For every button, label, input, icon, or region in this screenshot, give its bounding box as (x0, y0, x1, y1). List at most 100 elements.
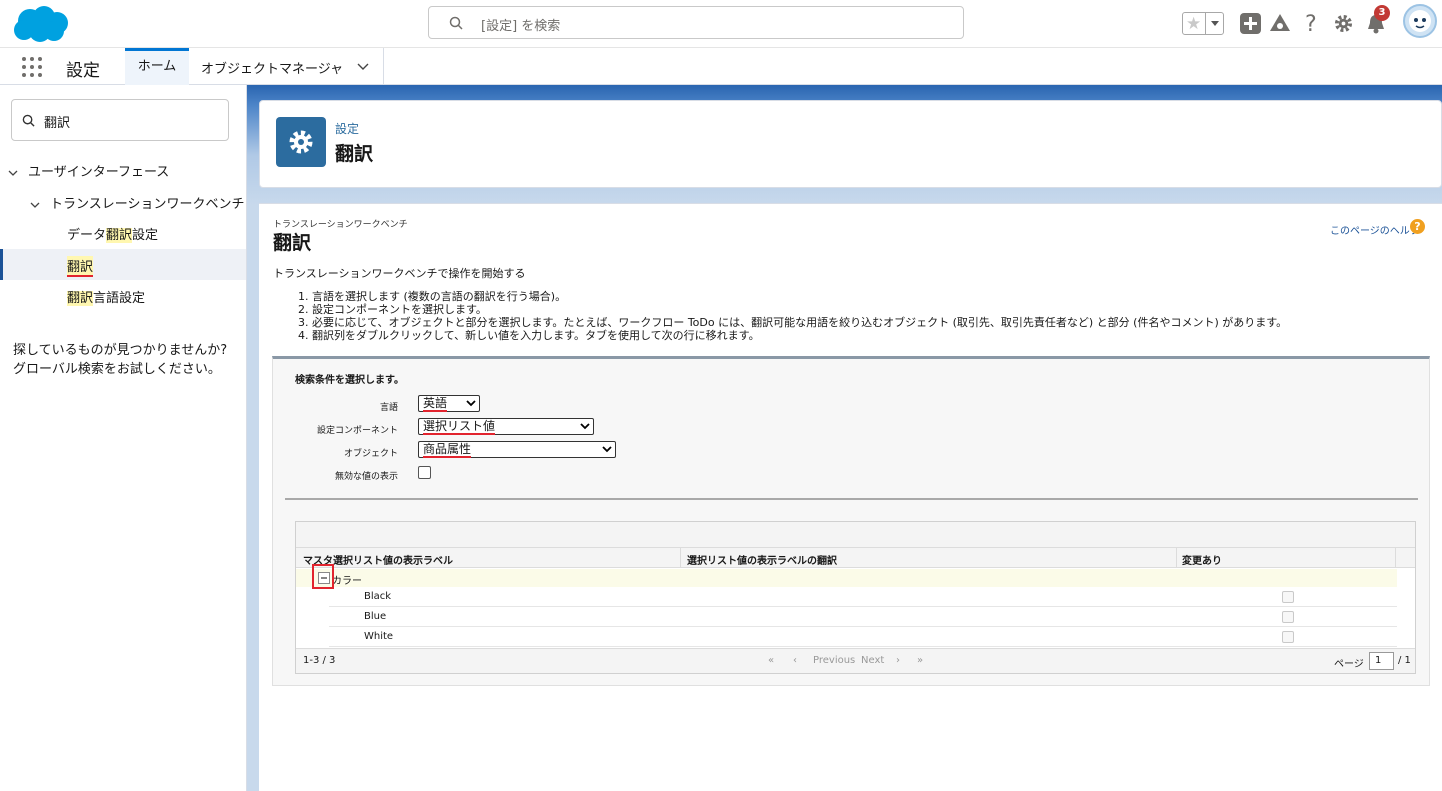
tree-node-translation-workbench[interactable]: トランスレーションワークベンチ (30, 193, 245, 212)
breadcrumb[interactable]: 設定 (335, 120, 359, 137)
not-found-line: グローバル検索をお試しください。 (13, 362, 221, 377)
group-row-color[interactable]: カラー (296, 569, 1397, 587)
filter-divider (285, 498, 1418, 500)
quick-find-input[interactable]: 翻訳 (11, 99, 229, 141)
page-label: ページ (1334, 659, 1364, 670)
favorites-button[interactable]: ★ (1182, 12, 1224, 35)
object-select[interactable]: 商品属性 (418, 441, 616, 458)
translation-grid: マスタ選択リスト値の表示ラベル 選択リスト値の表示ラベルの翻訳 変更あり カラー… (295, 521, 1416, 674)
salesforce-logo[interactable] (10, 4, 72, 44)
app-launcher-icon[interactable] (22, 57, 42, 77)
changed-checkbox (1282, 631, 1294, 643)
page-header-card: 設定 翻訳 (259, 100, 1442, 188)
grid-pagination: 1-3 / 3 « ‹ Previous Next › » ページ 1 / 1 (296, 648, 1415, 673)
page-number-input[interactable]: 1 (1369, 652, 1394, 670)
instruction-steps: 1. 言語を選択します (複数の言語の翻訳を行う場合)。 2. 設定コンポーネン… (298, 290, 1287, 342)
grid-toolbar (296, 522, 1415, 548)
component-select-value: 選択リスト値 (423, 419, 496, 435)
page-title: 翻訳 (335, 143, 374, 165)
page-total: / 1 (1398, 655, 1411, 666)
column-separator (680, 548, 681, 568)
tree-node-label: トランスレーションワークベンチ (50, 197, 245, 212)
trailhead-icon[interactable] (1269, 13, 1291, 33)
language-select[interactable]: 英語 (418, 395, 480, 412)
global-actions-icon[interactable] (1240, 13, 1261, 34)
next-button[interactable]: Next (861, 655, 884, 666)
chevron-down-icon (580, 423, 590, 430)
object-label: オブジェクト (343, 449, 398, 459)
intro-text: トランスレーションワークベンチで操作を開始する (273, 267, 526, 280)
tab-object-manager[interactable]: オブジェクトマネージャ (189, 48, 384, 85)
chevron-down-icon (30, 202, 40, 208)
not-found-message: 探しているものが見つかりませんか? グローバル検索をお試しください。 (13, 341, 227, 379)
step-item: 1. 言語を選択します (複数の言語の翻訳を行う場合)。 (298, 290, 567, 303)
setup-gear-icon (276, 117, 326, 167)
filter-heading: 検索条件を選択します。 (295, 375, 404, 386)
table-row[interactable]: White (329, 627, 1397, 647)
tree-node-user-interface[interactable]: ユーザインターフェース (8, 161, 169, 180)
row-value: Black (364, 591, 392, 602)
quick-find-value: 翻訳 (44, 116, 71, 131)
tab-home[interactable]: ホーム (125, 48, 189, 85)
item-highlight: 翻訳 (106, 228, 133, 243)
table-row[interactable]: Black (329, 587, 1397, 607)
user-avatar[interactable] (1403, 4, 1437, 38)
search-icon (22, 114, 35, 127)
column-separator (1176, 548, 1177, 568)
sidebar-item-data-translation-settings[interactable]: データ翻訳設定 (67, 224, 158, 243)
step-item: 2. 設定コンポーネントを選択します。 (298, 303, 487, 316)
gear-icon (289, 130, 313, 154)
chevron-down-icon (602, 446, 612, 453)
row-value: Blue (364, 611, 387, 622)
sidebar-item-translation-language-settings[interactable]: 翻訳言語設定 (67, 287, 145, 306)
row-value: White (364, 631, 394, 642)
chevron-down-icon (466, 400, 476, 407)
changed-checkbox (1282, 611, 1294, 623)
app-title: 設定 (66, 61, 100, 81)
component-label: 設定コンポーネント (316, 426, 398, 436)
item-text: 言語設定 (93, 291, 146, 306)
notification-badge: 3 (1374, 5, 1390, 21)
step-item: 4. 翻訳列をダブルクリックして、新しい値を入力します。タブを使用して次の行に移… (298, 329, 760, 342)
global-header: [設定] を検索 ★ ? 3 (0, 0, 1442, 48)
chevron-down-icon (8, 170, 18, 176)
svg-text:?: ? (1305, 12, 1317, 34)
object-select-value: 商品属性 (423, 442, 472, 458)
not-found-line: 探しているものが見つかりませんか? (13, 343, 228, 358)
column-changed[interactable]: 変更あり (1182, 552, 1222, 567)
prev-page-icon[interactable]: ‹ (793, 655, 797, 666)
search-icon (449, 16, 463, 30)
chevron-down-icon[interactable] (357, 60, 369, 72)
component-select[interactable]: 選択リスト値 (418, 418, 594, 435)
global-search-input[interactable]: [設定] を検索 (428, 6, 964, 39)
language-label: 言語 (379, 403, 398, 413)
first-page-icon[interactable]: « (768, 655, 774, 666)
group-label: カラー (332, 576, 362, 587)
caret-down-icon (1211, 21, 1219, 26)
gear-icon[interactable] (1334, 14, 1353, 33)
last-page-icon[interactable]: » (917, 655, 923, 666)
sidebar-item-translate[interactable]: 翻訳 (0, 249, 246, 280)
item-highlight: 翻訳 (67, 291, 94, 306)
favorites-dropdown[interactable] (1205, 13, 1223, 34)
help-question-icon[interactable]: ? (1410, 219, 1425, 234)
search-placeholder: [設定] を検索 (481, 19, 561, 34)
previous-button[interactable]: Previous (813, 655, 855, 666)
help-icon[interactable]: ? (1304, 12, 1319, 34)
changed-checkbox (1282, 591, 1294, 603)
language-select-value: 英語 (423, 396, 448, 412)
star-icon: ★ (1186, 14, 1202, 34)
table-row[interactable]: Blue (329, 607, 1397, 627)
inactive-values-checkbox[interactable] (418, 466, 431, 479)
next-page-icon[interactable]: › (896, 655, 900, 666)
help-link[interactable]: このページのヘルプ (1330, 222, 1420, 237)
tab-object-manager-label: オブジェクトマネージャ (201, 62, 344, 77)
inactive-values-label: 無効な値の表示 (334, 472, 398, 482)
column-separator (1395, 548, 1396, 568)
app-nav-bar: 設定 ホーム オブジェクトマネージャ (0, 48, 1442, 85)
setup-sidebar: 翻訳 ユーザインターフェース トランスレーションワークベンチ データ翻訳設定 翻… (0, 85, 247, 791)
item-text: データ (67, 228, 107, 243)
step-item: 3. 必要に応じて、オブジェクトと部分を選択します。たとえば、ワークフロー To… (298, 316, 1288, 329)
astro-avatar-icon (1409, 10, 1431, 32)
column-translation[interactable]: 選択リスト値の表示ラベルの翻訳 (687, 552, 837, 567)
